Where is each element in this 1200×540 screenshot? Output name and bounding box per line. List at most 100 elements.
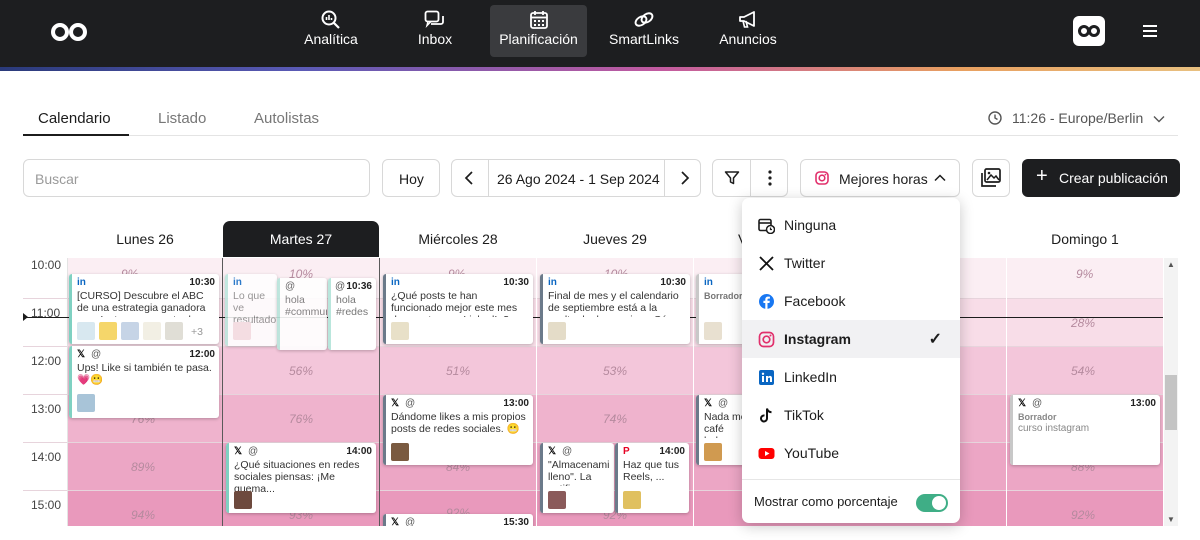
- tab-autolists[interactable]: Autolistas: [254, 110, 319, 127]
- today-button-label: Hoy: [399, 171, 424, 187]
- post-time: 10:36: [346, 281, 372, 292]
- percentage-label: 76%: [289, 412, 314, 426]
- post-thumbnail: [121, 322, 139, 340]
- top-navigation-bar: Analítica Inbox Planificación SmartLinks: [0, 0, 1200, 68]
- x-twitter-icon: 𝕏: [391, 517, 400, 526]
- best-hours-dropdown[interactable]: Mejores horas: [800, 159, 960, 197]
- post-card-monday-1200[interactable]: 𝕏 @ 12:00 Ups! Like si también te pasa. …: [69, 346, 219, 418]
- scrollbar-thumb[interactable]: [1165, 375, 1177, 430]
- more-media-count: +3: [191, 326, 203, 338]
- menu-item-label: Facebook: [784, 293, 846, 309]
- plus-icon: +: [1036, 165, 1048, 187]
- percentage-label: 56%: [289, 364, 314, 378]
- post-thumbnail: [704, 443, 722, 461]
- date-range-label[interactable]: 26 Ago 2024 - 1 Sep 2024: [497, 171, 660, 187]
- post-text: Dándome likes a mis propios posts de red…: [391, 411, 526, 438]
- threads-icon: @: [405, 398, 416, 409]
- percentage-label: 94%: [131, 508, 156, 522]
- create-post-button[interactable]: + Crear publicación: [1022, 159, 1180, 197]
- nav-smartlinks[interactable]: SmartLinks: [604, 5, 684, 57]
- threads-icon: @: [1032, 398, 1043, 409]
- threads-icon: @: [285, 281, 296, 292]
- media-library-button[interactable]: [972, 159, 1010, 197]
- post-card-tuesday-1036[interactable]: @ 10:36 hola #redes: [328, 278, 376, 350]
- post-draft-label: Borrador: [1018, 412, 1057, 422]
- menu-item-youtube[interactable]: YouTube: [742, 434, 960, 472]
- nav-inbox[interactable]: Inbox: [405, 5, 465, 57]
- post-text: Haz que tus Reels, ...: [623, 459, 680, 483]
- menu-item-none[interactable]: Ninguna: [742, 206, 960, 244]
- filter-button[interactable]: [713, 160, 751, 196]
- tiktok-icon: [760, 408, 772, 423]
- nav-ads[interactable]: Anuncios: [714, 5, 782, 57]
- post-card-thursday-1030[interactable]: in 10:30 Final de mes y el calendario de…: [540, 274, 690, 344]
- menu-item-twitter[interactable]: Twitter: [742, 244, 960, 282]
- today-button[interactable]: Hoy: [382, 159, 440, 197]
- filter-icon: [724, 171, 740, 185]
- post-card-tuesday-1400[interactable]: 𝕏 @ 14:00 ¿Qué situaciones en redes soci…: [226, 443, 376, 513]
- menu-item-label: Ninguna: [784, 217, 837, 233]
- post-thumbnail: [548, 322, 566, 340]
- hour-label: 13:00: [31, 402, 62, 416]
- more-options-button[interactable]: [751, 160, 788, 196]
- post-thumbnail: [391, 322, 409, 340]
- threads-icon: @: [718, 398, 729, 409]
- next-week-button[interactable]: [664, 160, 701, 196]
- nav-planning[interactable]: Planificación: [490, 5, 587, 57]
- linkedin-icon: [759, 370, 774, 385]
- checkmark-icon: ✓: [928, 331, 942, 348]
- account-avatar[interactable]: [1073, 16, 1105, 46]
- post-text: Final de mes y el calendario de septiemb…: [548, 290, 682, 317]
- hamburger-menu-icon[interactable]: [1141, 23, 1159, 39]
- hour-label: 10:00: [31, 258, 62, 272]
- post-card-wednesday-1300[interactable]: 𝕏 @ 13:00 Dándome likes a mis propios po…: [383, 395, 533, 465]
- x-twitter-icon: 𝕏: [391, 398, 400, 409]
- post-card-monday-1030[interactable]: in 10:30 [CURSO] Descubre el ABC de una …: [69, 274, 219, 344]
- menu-item-instagram[interactable]: Instagram ✓: [742, 320, 960, 358]
- post-card-sunday-1300[interactable]: 𝕏 @ 13:00 Borrador curso instagram: [1010, 395, 1160, 465]
- brand-gradient-divider: [0, 67, 1200, 71]
- post-card-thursday-1400-b[interactable]: P 14:00 Haz que tus Reels, ...: [615, 443, 689, 513]
- linkedin-icon: in: [391, 277, 400, 288]
- post-thumbnail: [99, 322, 117, 340]
- scroll-down-icon[interactable]: ▼: [1167, 515, 1175, 524]
- post-card-thursday-1400-a[interactable]: 𝕏 @ "Almacenamien lleno". La notifi...: [540, 443, 614, 513]
- post-card-tuesday-1[interactable]: in Lo que ve resultado: [225, 274, 277, 346]
- percentage-label: 54%: [1071, 364, 1096, 378]
- percentage-label: 89%: [131, 460, 156, 474]
- percentage-label: 53%: [603, 364, 628, 378]
- tab-calendar[interactable]: Calendario: [38, 110, 111, 127]
- show-percentage-toggle[interactable]: [916, 494, 948, 512]
- nav-analytics[interactable]: Analítica: [296, 5, 366, 57]
- post-status-bar: [696, 395, 699, 465]
- more-vertical-icon: [768, 170, 772, 186]
- post-status-bar: [69, 346, 72, 418]
- post-thumbnail: [548, 491, 566, 509]
- search-input[interactable]: Buscar: [23, 159, 370, 197]
- post-status-bar: [383, 274, 386, 344]
- tab-list[interactable]: Listado: [158, 110, 206, 127]
- post-thumbnail: [77, 394, 95, 412]
- post-card-tuesday-2[interactable]: @ hola #commur: [277, 278, 327, 350]
- post-card-wednesday-1530[interactable]: 𝕏 @ 15:30: [383, 514, 533, 526]
- nav-ads-label: Anuncios: [719, 31, 777, 47]
- menu-item-linkedin[interactable]: LinkedIn: [742, 358, 960, 396]
- app-logo-icon[interactable]: [50, 22, 88, 42]
- previous-week-button[interactable]: [452, 160, 489, 196]
- post-card-wednesday-1030[interactable]: in 10:30 ¿Qué posts te han funcionado me…: [383, 274, 533, 344]
- scroll-up-icon[interactable]: ▲: [1167, 260, 1175, 269]
- analytics-icon: [321, 10, 340, 29]
- nav-smartlinks-label: SmartLinks: [608, 31, 680, 47]
- percentage-label: 51%: [446, 364, 471, 378]
- app-logo-icon: [1078, 25, 1100, 37]
- day-header-sunday: Domingo 1: [1051, 231, 1119, 247]
- linkedin-icon: in: [548, 277, 557, 288]
- day-separator: [536, 258, 537, 526]
- tabs-divider: [23, 135, 1178, 136]
- x-twitter-icon: 𝕏: [548, 446, 557, 457]
- post-time: 15:30: [503, 517, 529, 526]
- menu-item-facebook[interactable]: Facebook: [742, 282, 960, 320]
- menu-item-tiktok[interactable]: TikTok: [742, 396, 960, 434]
- day-separator: [67, 258, 68, 526]
- best-hours-menu: Ninguna Twitter Facebook Instagram ✓ Lin…: [742, 198, 960, 523]
